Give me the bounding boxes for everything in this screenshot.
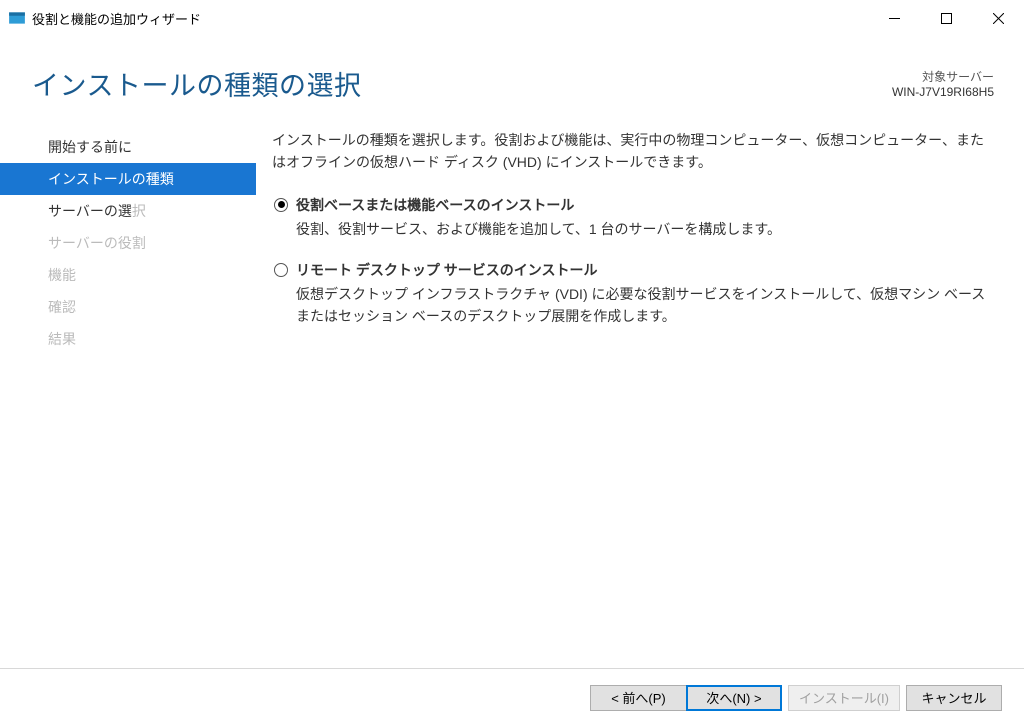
- wizard-sidebar: 開始する前に インストールの種類 サーバーの選択 サーバーの役割 機能 確認 結…: [0, 125, 256, 668]
- option-title: リモート デスクトップ サービスのインストール: [296, 259, 598, 281]
- option-role-based[interactable]: 役割ベースまたは機能ベースのインストール 役割、役割サービス、および機能を追加し…: [272, 194, 994, 241]
- sidebar-item-confirmation: 確認: [0, 291, 256, 323]
- target-server-name: WIN-J7V19RI68H5: [892, 85, 994, 99]
- wizard-footer: < 前へ(P) 次へ(N) > インストール(I) キャンセル: [0, 668, 1024, 726]
- radio-icon[interactable]: [274, 263, 288, 277]
- main-panel: インストールの種類を選択します。役割および機能は、実行中の物理コンピューター、仮…: [256, 125, 1016, 668]
- header: インストールの種類の選択 対象サーバー WIN-J7V19RI68H5: [0, 36, 1024, 111]
- option-desc: 仮想デスクトップ インフラストラクチャ (VDI) に必要な役割サービスをインス…: [274, 283, 994, 328]
- intro-text: インストールの種類を選択します。役割および機能は、実行中の物理コンピューター、仮…: [272, 129, 994, 174]
- radio-icon[interactable]: [274, 198, 288, 212]
- sidebar-item-server-selection[interactable]: サーバーの選択: [0, 195, 256, 227]
- titlebar: 役割と機能の追加ウィザード: [0, 0, 1024, 36]
- minimize-button[interactable]: [868, 0, 920, 36]
- target-server-label: 対象サーバー: [892, 68, 994, 85]
- app-icon: [8, 9, 26, 27]
- window-controls: [868, 0, 1024, 36]
- sidebar-item-before-begin[interactable]: 開始する前に: [0, 131, 256, 163]
- option-desc: 役割、役割サービス、および機能を追加して、1 台のサーバーを構成します。: [274, 218, 994, 240]
- sidebar-item-results: 結果: [0, 323, 256, 355]
- option-title: 役割ベースまたは機能ベースのインストール: [296, 194, 574, 216]
- window-title: 役割と機能の追加ウィザード: [32, 9, 868, 28]
- install-button: インストール(I): [788, 685, 900, 711]
- sidebar-item-label-tail: 択: [132, 203, 146, 219]
- sidebar-item-server-roles: サーバーの役割: [0, 227, 256, 259]
- cancel-button[interactable]: キャンセル: [906, 685, 1002, 711]
- sidebar-item-features: 機能: [0, 259, 256, 291]
- page-title: インストールの種類の選択: [32, 64, 361, 103]
- close-button[interactable]: [972, 0, 1024, 36]
- sidebar-item-label: サーバーの選: [48, 203, 132, 219]
- prev-button[interactable]: < 前へ(P): [590, 685, 686, 711]
- option-remote-desktop[interactable]: リモート デスクトップ サービスのインストール 仮想デスクトップ インフラストラ…: [272, 259, 994, 328]
- sidebar-item-install-type[interactable]: インストールの種類: [0, 163, 256, 195]
- target-server-info: 対象サーバー WIN-J7V19RI68H5: [892, 68, 994, 99]
- maximize-button[interactable]: [920, 0, 972, 36]
- next-button[interactable]: 次へ(N) >: [686, 685, 782, 711]
